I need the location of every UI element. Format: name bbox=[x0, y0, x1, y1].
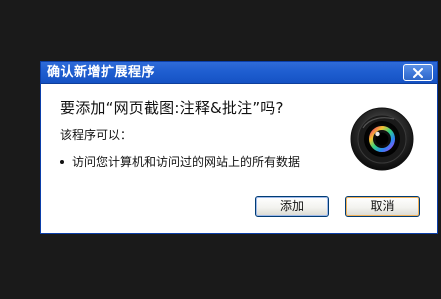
close-button[interactable] bbox=[403, 64, 433, 81]
permissions-heading: 该程序可以： bbox=[60, 128, 133, 142]
cancel-button[interactable]: 取消 bbox=[345, 196, 420, 217]
add-extension-question: 要添加“网页截图:注释&批注”吗? bbox=[60, 99, 284, 117]
bullet-icon bbox=[60, 160, 64, 164]
close-icon bbox=[413, 67, 423, 78]
permission-item: 访问您计算机和访问过的网站上的所有数据 bbox=[60, 154, 300, 170]
add-button[interactable]: 添加 bbox=[255, 196, 329, 217]
dialog-titlebar[interactable]: 确认新增扩展程序 bbox=[41, 62, 437, 84]
dialog-content: 要添加“网页截图:注释&批注”吗? 该程序可以： 访问您计算机和访问过的网站上的… bbox=[41, 84, 437, 233]
permission-text: 访问您计算机和访问过的网站上的所有数据 bbox=[72, 155, 301, 169]
camera-lens-icon bbox=[350, 107, 414, 171]
confirm-extension-dialog: 确认新增扩展程序 要添加“网页截图:注释&批注”吗? 该程序可以： 访问您计算机… bbox=[40, 61, 438, 234]
dialog-title: 确认新增扩展程序 bbox=[47, 65, 156, 80]
